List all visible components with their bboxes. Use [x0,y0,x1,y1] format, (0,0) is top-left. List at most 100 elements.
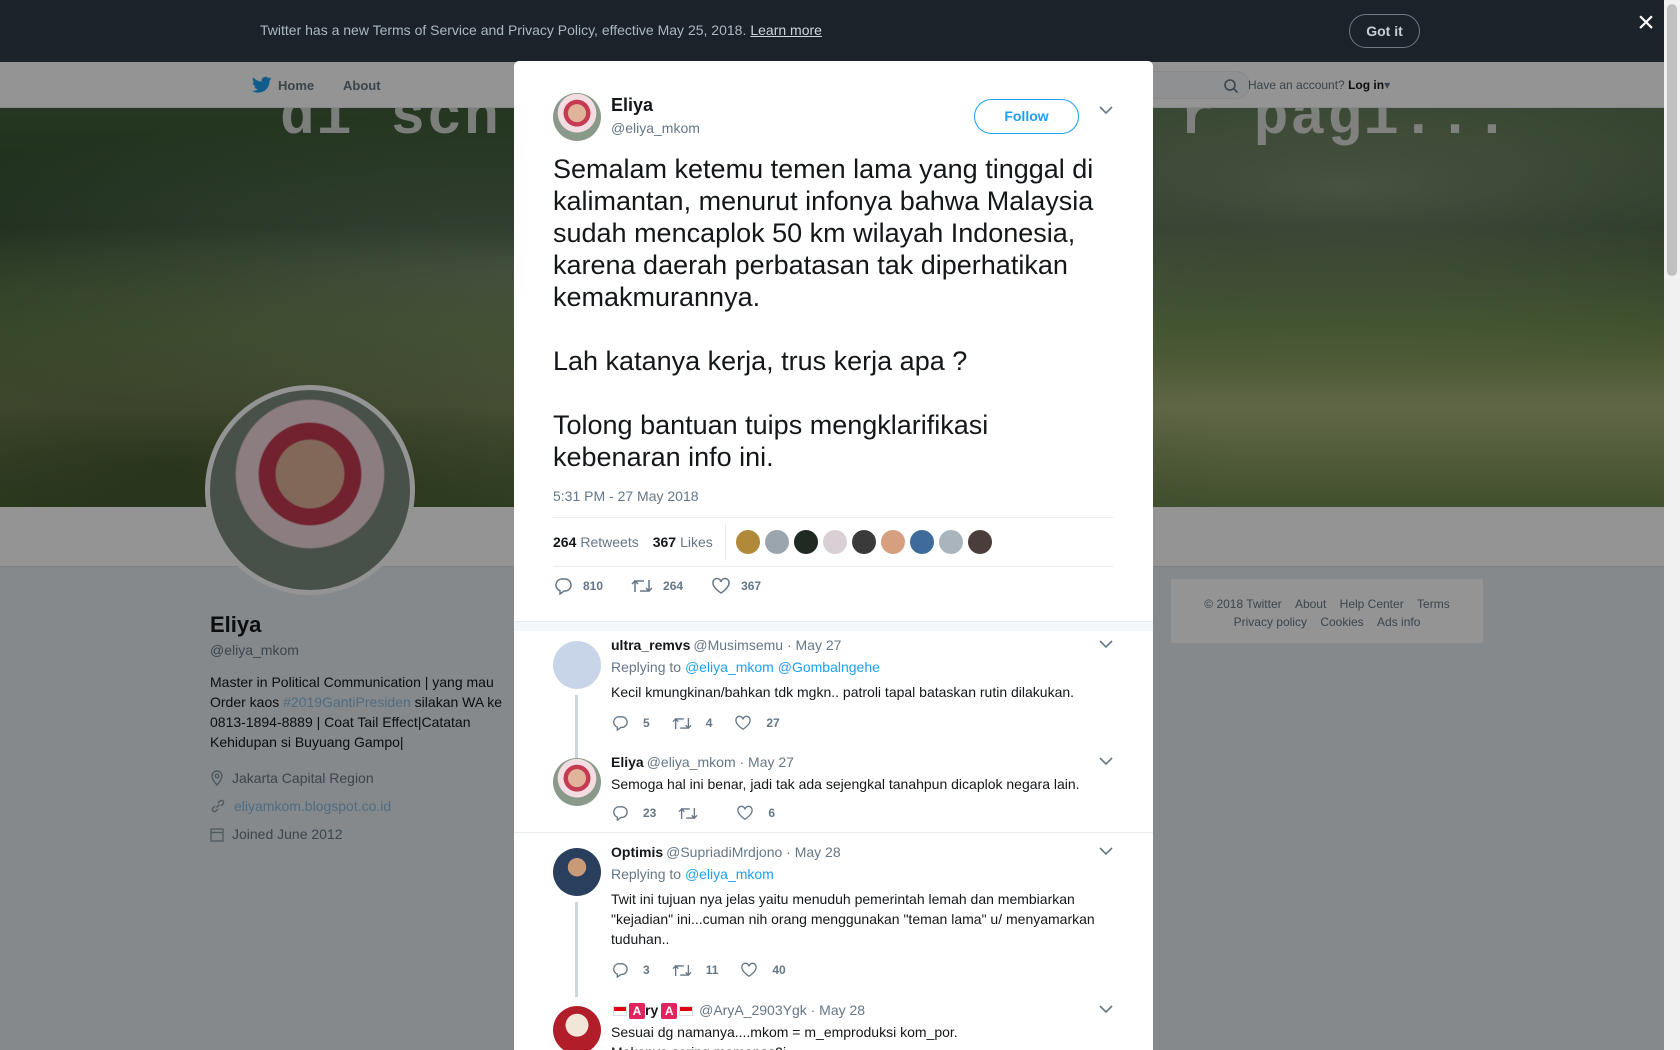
page-scrollbar[interactable] [1664,0,1680,1050]
reply-author-handle[interactable]: @SupriadiMrdjono [666,844,782,860]
liker-avatar[interactable] [938,530,963,554]
likes-label: Likes [680,534,713,550]
reply-author-name[interactable]: A [661,1003,678,1020]
reply-avatar[interactable] [553,641,601,689]
liker-avatar[interactable] [880,530,905,554]
reply-item[interactable]: Ary A @AryA_2903Ygk · May 28 Sesuai dg na… [553,1002,1113,1050]
reply-icon [613,716,628,731]
retweet-icon [672,717,692,729]
heart-icon [712,577,730,594]
indonesia-flag-icon [613,1006,627,1017]
terms-message: Twitter has a new Terms of Service and P… [260,22,822,38]
reply-author-name[interactable]: ry [645,1002,658,1018]
likes-stat[interactable]: 367 Likes [653,534,713,550]
reply-date[interactable]: · May 27 [740,754,794,770]
replying-label: Replying to [611,659,682,675]
replying-to: Replying to @eliya_mkom [611,866,774,882]
reply-icon [613,963,628,978]
like-action[interactable]: 367 [711,577,761,595]
reply-author-name[interactable]: Optimis [611,844,663,860]
chevron-down-icon[interactable] [1099,639,1113,649]
reply-author-handle[interactable]: @AryA_2903Ygk [699,1002,807,1018]
reply-date[interactable]: · May 28 [786,844,840,860]
reply-header: Optimis @SupriadiMrdjono · May 28 [611,844,841,860]
terms-text: Twitter has a new Terms of Service and P… [260,22,747,38]
like-action[interactable]: 40 [740,962,786,978]
retweet-icon [631,579,653,593]
like-count: 6 [768,806,776,820]
retweets-stat[interactable]: 264 Retweets [553,534,639,550]
reply-text-line: Sesuai dg namanya....mkom = m_emproduksi… [611,1024,958,1040]
retweet-count: 4 [705,716,713,730]
liker-avatar[interactable] [967,530,992,554]
reply-text-line: Makanya sering memanas2i [611,1042,1101,1050]
chevron-down-icon[interactable] [1099,1004,1113,1014]
chevron-down-icon[interactable] [1099,756,1113,766]
reply-text: Sesuai dg namanya....mkom = m_emproduksi… [611,1022,1101,1050]
learn-more-link[interactable]: Learn more [750,22,822,38]
reply-count: 810 [583,579,604,593]
author-name[interactable]: Eliya [611,95,653,116]
reply-author-handle[interactable]: @eliya_mkom [647,754,736,770]
stat-divider [724,523,726,561]
close-icon[interactable]: × [1635,8,1657,38]
reply-avatar[interactable] [553,758,601,806]
reply-action[interactable]: 23 [611,805,656,821]
reply-mentions[interactable]: @eliya_mkom @Gombalngehe [685,659,880,675]
liker-avatar[interactable] [822,530,847,554]
heart-icon [741,962,758,978]
tweet-timestamp[interactable]: 5:31 PM - 27 May 2018 [553,488,699,504]
chevron-down-icon[interactable] [1099,846,1113,856]
reply-action[interactable]: 5 [611,715,650,731]
reply-action[interactable]: 3 [611,962,650,978]
author-handle[interactable]: @eliya_mkom [611,120,700,136]
retweet-action[interactable]: 11 [672,962,719,978]
liker-avatar[interactable] [793,530,818,554]
liker-avatar[interactable] [735,530,760,554]
reply-header: Ary A @AryA_2903Ygk · May 28 [611,1002,865,1020]
reply-avatar[interactable] [553,848,601,896]
retweet-action[interactable] [678,805,714,821]
reply-icon [555,578,572,595]
reply-date[interactable]: · May 27 [787,637,841,653]
liker-avatar[interactable] [851,530,876,554]
got-it-button[interactable]: Got it [1349,14,1420,48]
reply-text: Twit ini tujuan nya jelas yaitu menuduh … [611,891,1095,947]
reply-author-name[interactable]: A [629,1003,645,1020]
tweet-actions: 810 264 367 [553,577,789,595]
reply-mentions[interactable]: @eliya_mkom [685,866,774,882]
like-action[interactable]: 27 [734,715,780,731]
scrollbar-thumb[interactable] [1667,4,1677,276]
retweets-count: 264 [553,534,577,550]
reply-actions: 5 4 27 [611,715,802,731]
reply-author-name[interactable]: Eliya [611,754,644,770]
reply-author-handle[interactable]: @Musimsemu [693,637,783,653]
retweet-action[interactable]: 4 [672,715,713,731]
tweet-header: Eliya @eliya_mkom Follow [553,93,1113,143]
reply-text: Kecil kmungkinan/bahkan tdk mgkn.. patro… [611,684,1075,700]
retweet-count: 11 [705,963,719,977]
reply-action[interactable]: 810 [553,577,603,595]
like-count: 40 [772,963,786,977]
follow-button[interactable]: Follow [974,99,1079,134]
liker-avatar[interactable] [764,530,789,554]
reply-item[interactable]: ultra_remvs @Musimsemu · May 27 Replying … [553,637,1113,765]
like-count: 367 [741,579,762,593]
tweet-text: Semalam ketemu temen lama yang tinggal d… [553,154,1094,472]
retweet-icon [672,964,692,976]
thread-line [575,902,578,997]
retweets-label: Retweets [580,534,639,550]
liker-avatar[interactable] [909,530,934,554]
reply-author-name[interactable]: ultra_remvs [611,637,690,653]
terms-banner: Twitter has a new Terms of Service and P… [0,0,1680,62]
reply-item[interactable]: Optimis @SupriadiMrdjono · May 28 Replyin… [553,844,1113,997]
reply-count: 5 [643,716,650,730]
like-action[interactable]: 6 [736,805,775,821]
reply-item[interactable]: Eliya @eliya_mkom · May 27 Semoga hal ini… [553,754,1113,844]
author-avatar[interactable] [553,93,601,141]
retweet-action[interactable]: 264 [631,577,683,595]
reply-date[interactable]: · May 28 [811,1002,865,1018]
tweet-modal: Eliya @eliya_mkom Follow Semalam ketemu … [514,61,1153,1050]
reply-avatar[interactable] [553,1006,601,1050]
chevron-down-icon[interactable] [1099,105,1113,115]
